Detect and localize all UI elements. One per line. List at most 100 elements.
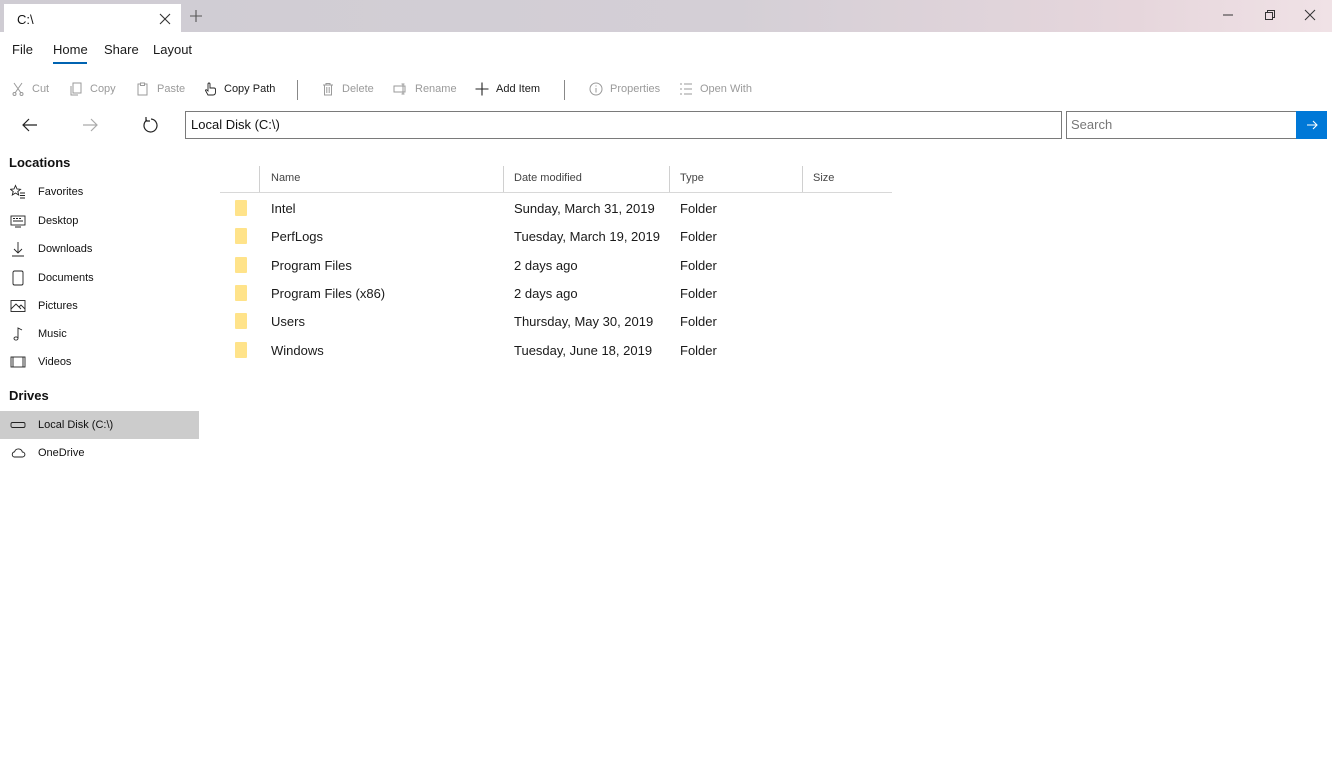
sidebar-item-music[interactable]: Music xyxy=(0,320,199,348)
table-row[interactable]: Intel Sunday, March 31, 2019 Folder xyxy=(220,194,892,222)
file-name: Program Files xyxy=(271,258,352,273)
column-header-name[interactable]: Name xyxy=(271,172,300,192)
sidebar-item-videos[interactable]: Videos xyxy=(0,348,199,376)
copy-icon xyxy=(68,81,84,97)
copy-path-button[interactable]: Copy Path xyxy=(202,80,275,98)
trash-icon xyxy=(320,81,336,97)
menu-layout[interactable]: Layout xyxy=(153,42,192,57)
folder-icon xyxy=(235,257,247,273)
sidebar-item-label: Documents xyxy=(38,272,94,284)
column-separator[interactable] xyxy=(259,166,260,192)
copy-path-label: Copy Path xyxy=(224,83,276,95)
locations-header: Locations xyxy=(9,155,71,170)
copy-button[interactable]: Copy xyxy=(68,80,116,98)
file-date: Tuesday, June 18, 2019 xyxy=(514,343,653,358)
sidebar-item-local-disk[interactable]: Local Disk (C:\) xyxy=(0,411,199,439)
cut-label: Cut xyxy=(32,83,50,95)
rename-label: Rename xyxy=(415,83,457,95)
sidebar-item-onedrive[interactable]: OneDrive xyxy=(0,439,199,467)
new-tab-icon[interactable] xyxy=(188,8,204,24)
refresh-icon xyxy=(143,117,158,133)
table-row[interactable]: PerfLogs Tuesday, March 19, 2019 Folder xyxy=(220,222,892,250)
column-header-type[interactable]: Type xyxy=(680,172,704,192)
properties-button[interactable]: Properties xyxy=(588,80,660,98)
open-with-label: Open With xyxy=(700,83,752,95)
sidebar-item-desktop[interactable]: Desktop xyxy=(0,207,199,235)
header-divider xyxy=(220,192,892,193)
desktop-icon xyxy=(10,213,26,229)
search-go-button[interactable] xyxy=(1296,111,1327,139)
sidebar-item-documents[interactable]: Documents xyxy=(0,264,199,292)
scissors-icon xyxy=(10,81,26,97)
refresh-button[interactable] xyxy=(139,114,161,136)
close-window-button[interactable] xyxy=(1290,0,1330,30)
plus-icon xyxy=(474,81,490,97)
sidebar-item-label: Local Disk (C:\) xyxy=(38,419,114,431)
title-bar: C:\ xyxy=(0,0,1332,32)
file-type: Folder xyxy=(680,229,717,244)
file-name: Intel xyxy=(271,201,296,216)
close-tab-icon[interactable] xyxy=(156,10,174,28)
arrow-right-icon xyxy=(1306,120,1318,130)
forward-button[interactable] xyxy=(79,114,101,136)
column-separator[interactable] xyxy=(669,166,670,192)
column-header-size[interactable]: Size xyxy=(813,172,834,192)
cut-button[interactable]: Cut xyxy=(10,80,49,98)
arrow-right-icon xyxy=(83,118,98,132)
tab-title: C:\ xyxy=(17,12,34,27)
column-separator[interactable] xyxy=(802,166,803,192)
sidebar-item-label: Music xyxy=(38,328,67,340)
tab-c-drive[interactable]: C:\ xyxy=(4,4,181,32)
video-icon xyxy=(10,354,26,370)
rename-icon xyxy=(393,81,409,97)
file-type: Folder xyxy=(680,343,717,358)
sidebar-item-pictures[interactable]: Pictures xyxy=(0,292,199,320)
add-item-label: Add Item xyxy=(496,83,541,95)
sidebar-item-favorites[interactable]: Favorites xyxy=(0,178,199,206)
open-with-button[interactable]: Open With xyxy=(678,80,752,98)
file-date: 2 days ago xyxy=(514,286,578,301)
music-note-icon xyxy=(10,326,26,342)
add-item-button[interactable]: Add Item xyxy=(474,80,540,98)
file-date: Sunday, March 31, 2019 xyxy=(514,201,655,216)
rename-button[interactable]: Rename xyxy=(393,80,457,98)
sidebar-item-label: Desktop xyxy=(38,215,79,227)
paste-label: Paste xyxy=(157,83,186,95)
minimize-button[interactable] xyxy=(1208,0,1248,30)
file-type: Folder xyxy=(680,314,717,329)
table-row[interactable]: Users Thursday, May 30, 2019 Folder xyxy=(220,307,892,335)
table-row[interactable]: Program Files 2 days ago Folder xyxy=(220,251,892,279)
document-icon xyxy=(10,270,26,286)
address-bar[interactable]: Local Disk (C:\) xyxy=(185,111,1062,139)
file-date: 2 days ago xyxy=(514,258,578,273)
file-name: Windows xyxy=(271,343,324,358)
download-icon xyxy=(10,241,26,257)
sidebar-item-label: Videos xyxy=(38,356,72,368)
drives-header: Drives xyxy=(9,388,49,403)
column-separator[interactable] xyxy=(503,166,504,192)
paste-button[interactable]: Paste xyxy=(135,80,185,98)
hand-pointer-icon xyxy=(202,81,218,97)
cloud-icon xyxy=(10,445,26,461)
file-name: PerfLogs xyxy=(271,229,324,244)
folder-icon xyxy=(235,313,247,329)
delete-label: Delete xyxy=(342,83,374,95)
sidebar-item-downloads[interactable]: Downloads xyxy=(0,235,199,263)
table-row[interactable]: Windows Tuesday, June 18, 2019 Folder xyxy=(220,336,892,364)
restore-button[interactable] xyxy=(1250,0,1290,30)
menu-home[interactable]: Home xyxy=(53,42,88,57)
column-header-date[interactable]: Date modified xyxy=(514,172,582,192)
folder-icon xyxy=(235,228,247,244)
sidebar-item-label: Downloads xyxy=(38,243,93,255)
back-button[interactable] xyxy=(19,114,41,136)
search-input[interactable]: Search xyxy=(1066,111,1297,139)
file-type: Folder xyxy=(680,286,717,301)
menu-file[interactable]: File xyxy=(12,42,33,57)
folder-icon xyxy=(235,285,247,301)
menu-share[interactable]: Share xyxy=(104,42,139,57)
info-icon xyxy=(588,81,604,97)
table-row[interactable]: Program Files (x86) 2 days ago Folder xyxy=(220,279,892,307)
properties-label: Properties xyxy=(610,83,661,95)
star-list-icon xyxy=(10,184,26,200)
delete-button[interactable]: Delete xyxy=(320,80,374,98)
